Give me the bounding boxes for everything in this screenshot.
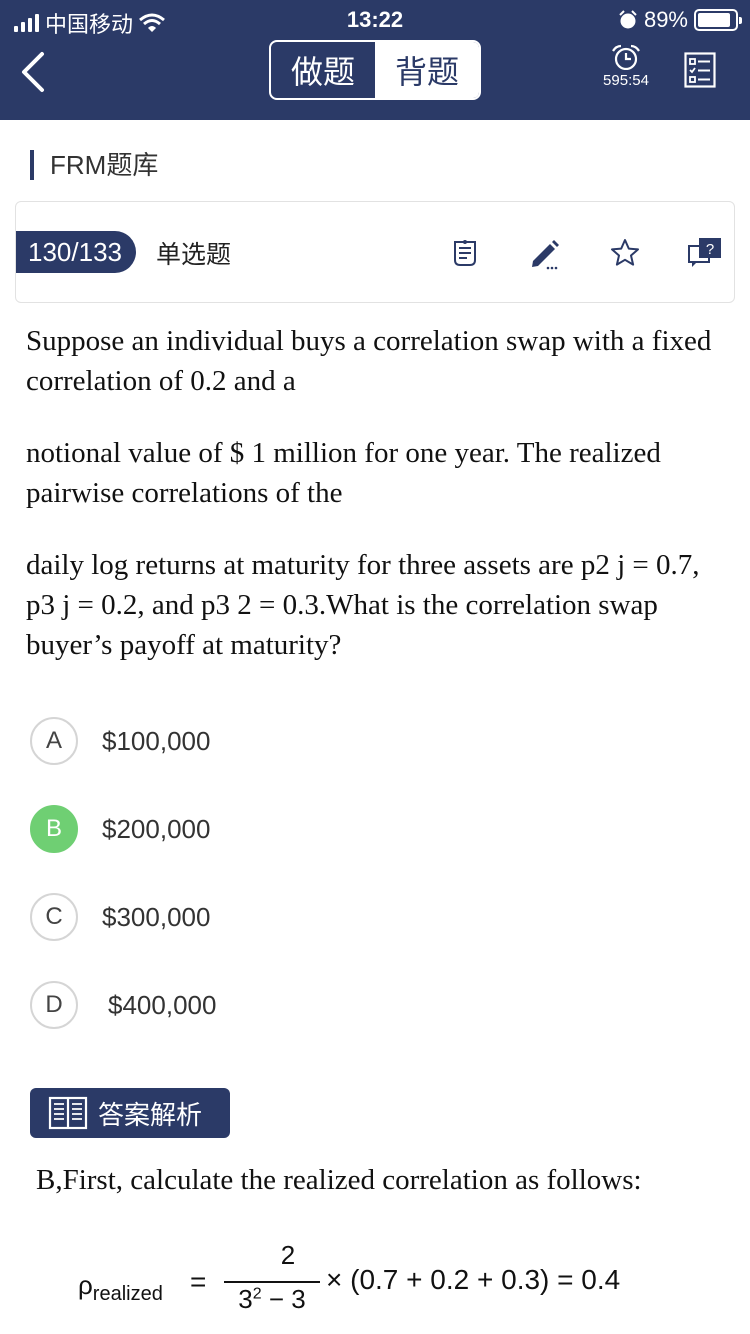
option-text: $100,000 bbox=[102, 725, 211, 756]
answer-sheet-icon[interactable] bbox=[684, 52, 716, 88]
alarm-icon bbox=[619, 10, 637, 29]
status-bar: 中国移动 13:22 89% bbox=[0, 0, 750, 40]
book-icon bbox=[48, 1096, 88, 1130]
svg-text:?: ? bbox=[706, 241, 714, 258]
question-type: 单选题 bbox=[156, 241, 232, 269]
top-header: 中国移动 13:22 89% 做题 背题 595:54 bbox=[0, 0, 750, 120]
analysis-formula: ρrealized = 2 32 − 3 × (0.7 + 0.2 + 0.3)… bbox=[78, 1240, 718, 1320]
option-letter: D bbox=[30, 981, 78, 1029]
option-text: $300,000 bbox=[102, 901, 211, 932]
formula-lhs: ρrealized bbox=[78, 1270, 163, 1306]
question-paragraph: daily log returns at maturity for three … bbox=[26, 549, 700, 661]
timer-value: 595:54 bbox=[603, 72, 649, 89]
formula-rest: × (0.7 + 0.2 + 0.3) = 0.4 bbox=[326, 1264, 621, 1295]
alarm-clock-icon bbox=[612, 44, 640, 70]
option-b[interactable]: B $200,000 bbox=[30, 805, 210, 853]
feedback-question-icon[interactable]: ? bbox=[686, 234, 724, 272]
option-letter: C bbox=[30, 893, 78, 941]
option-letter-correct: B bbox=[30, 805, 78, 853]
formula-equals: = bbox=[190, 1266, 207, 1297]
notes-icon[interactable] bbox=[448, 236, 482, 270]
status-right: 89% bbox=[618, 7, 742, 33]
tab-memorize[interactable]: 背题 bbox=[375, 42, 479, 98]
timer[interactable]: 595:54 bbox=[596, 44, 656, 89]
question-text: Suppose an individual buys a correlation… bbox=[26, 321, 726, 697]
fraction-bar bbox=[224, 1281, 320, 1283]
favorite-star-icon[interactable] bbox=[608, 236, 642, 270]
option-c[interactable]: C $300,000 bbox=[30, 893, 210, 941]
question-info-card: 130/133 单选题 ? bbox=[15, 201, 735, 303]
answer-analysis-label: 答案解析 bbox=[30, 1088, 230, 1138]
edit-note-icon[interactable] bbox=[528, 236, 562, 270]
option-text: $400,000 bbox=[108, 989, 217, 1020]
option-d[interactable]: D $400,000 bbox=[30, 981, 216, 1029]
option-a[interactable]: A $100,000 bbox=[30, 717, 210, 765]
analysis-text: B,First, calculate the realized correlat… bbox=[36, 1164, 642, 1196]
question-paragraph: notional value of $ 1 million for one ye… bbox=[26, 437, 661, 509]
formula-denominator: 32 − 3 bbox=[238, 1284, 306, 1314]
tab-practice[interactable]: 做题 bbox=[271, 42, 375, 98]
formula-numerator: 2 bbox=[280, 1240, 296, 1270]
question-paragraph: Suppose an individual buys a correlation… bbox=[26, 325, 712, 397]
battery-icon bbox=[694, 9, 742, 31]
subject-title: FRM题库 bbox=[30, 150, 158, 180]
analysis-label-text: 答案解析 bbox=[98, 1099, 203, 1130]
question-index: 130/133 bbox=[16, 231, 136, 273]
back-arrow-icon[interactable] bbox=[18, 50, 58, 94]
option-letter: A bbox=[30, 717, 78, 765]
battery-percent: 89% bbox=[643, 7, 688, 32]
mode-switch: 做题 背题 bbox=[269, 40, 481, 100]
option-text: $200,000 bbox=[102, 813, 211, 844]
